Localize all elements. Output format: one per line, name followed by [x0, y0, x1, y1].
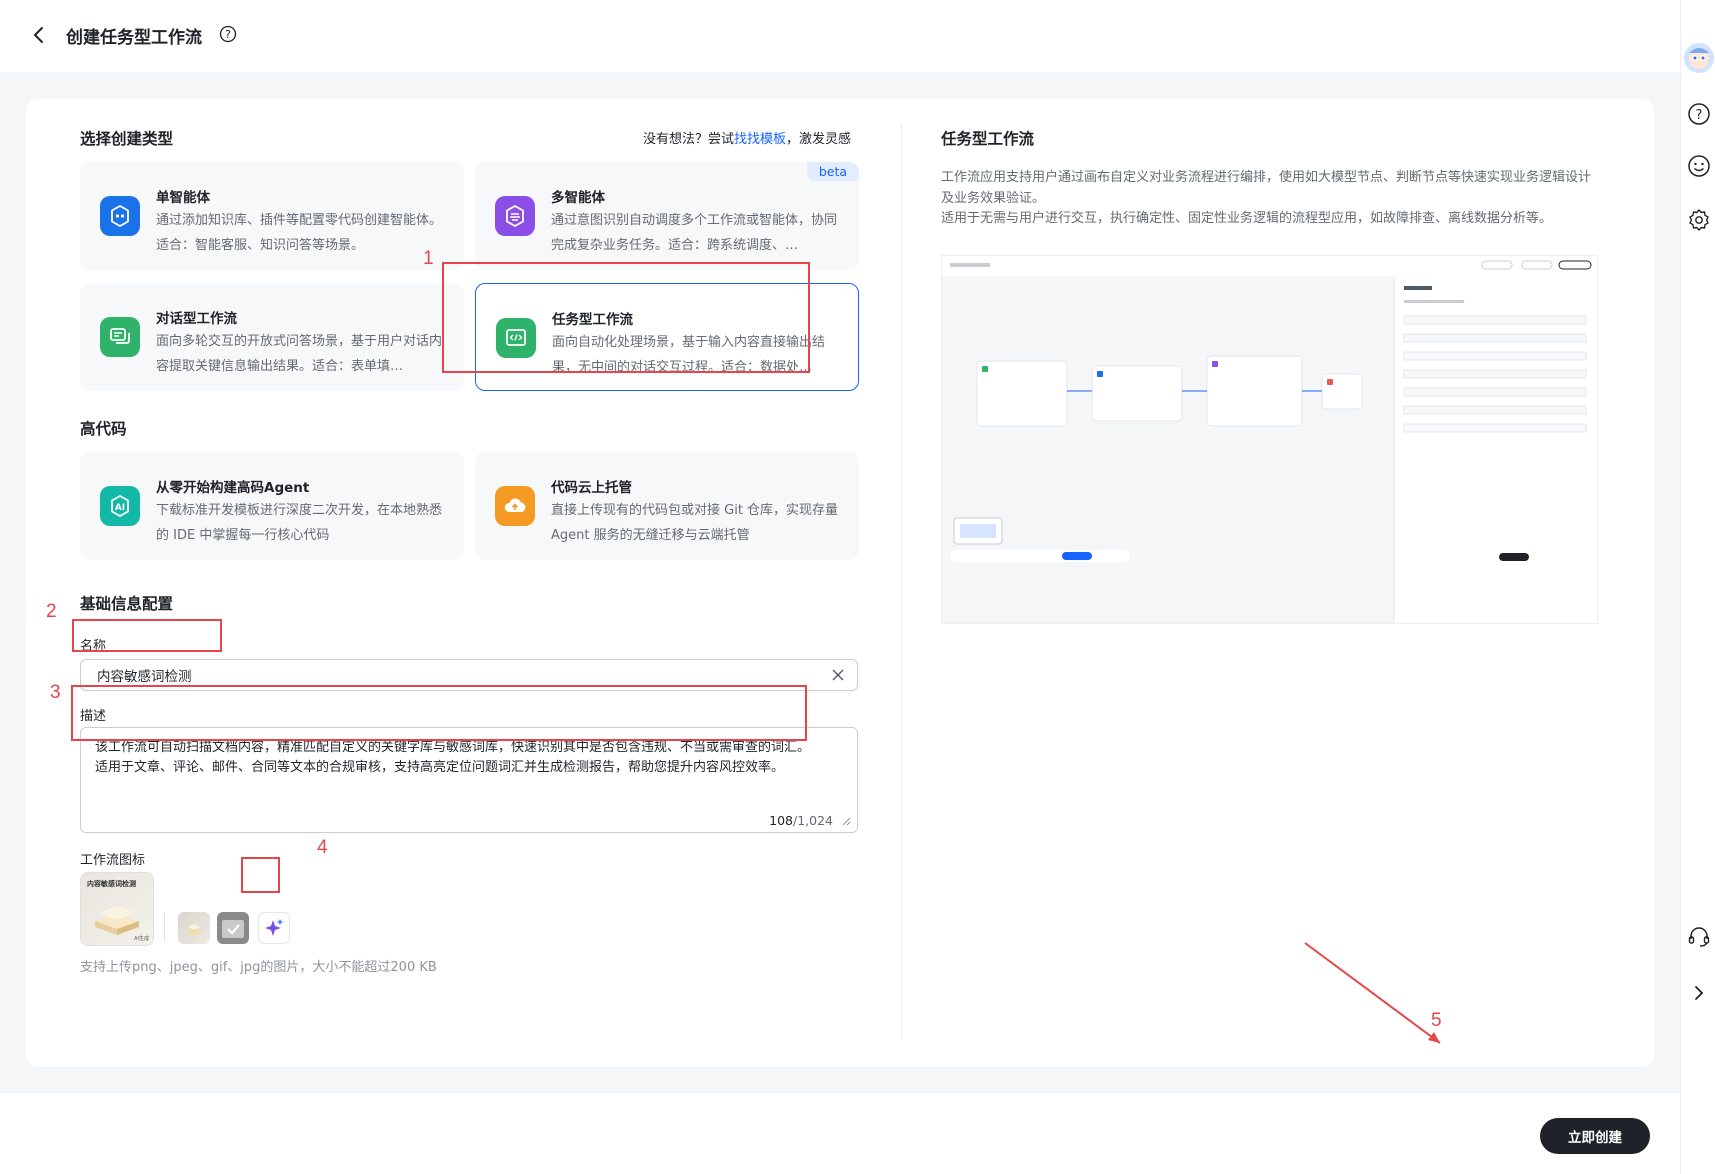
beta-badge: beta	[806, 162, 859, 181]
chevron-right-icon[interactable]	[1686, 980, 1712, 1006]
name-label: 名称	[80, 639, 107, 654]
gear-icon[interactable]	[1686, 207, 1712, 233]
top-bar: 创建任务型工作流 ?	[0, 0, 1680, 72]
right-rail: ?	[1680, 0, 1715, 1174]
type-card-cloud-hosting[interactable]: 代码云上托管 直接上传现有的代码包或对接 Git 仓库，实现存量 Agent 服…	[475, 452, 859, 560]
annotation-number-2: 2	[46, 601, 57, 622]
icon-option-2[interactable]	[217, 912, 249, 944]
footer-bar	[0, 1093, 1680, 1174]
description-line: 该工作流可自动扫描文档内容，精准匹配自定义的关键字库与敏感词库，快速识别其中是否…	[95, 740, 811, 755]
name-input[interactable]	[95, 666, 799, 684]
sparkle-icon	[265, 919, 283, 936]
annotation-number-4: 4	[317, 837, 328, 858]
type-card-desc: 直接上传现有的代码包或对接 Git 仓库，实现存量 Agent 服务的无缝迁移与…	[551, 503, 839, 543]
workflow-type-title: 任务型工作流	[941, 130, 1035, 148]
create-now-button[interactable]: 立即创建	[1540, 1118, 1650, 1154]
type-card-scratch-agent[interactable]: AI 从零开始构建高码Agent 下载标准开发模板进行深度二次开发，在本地熟悉的…	[80, 452, 464, 560]
icon-preview-tag: AI生成	[134, 936, 149, 942]
icon-separator	[164, 912, 165, 942]
resize-handle-icon[interactable]	[841, 816, 851, 826]
workflow-desc-2: 适用于无需与用户进行交互，执行确定性、固定性业务逻辑的流程型应用，如故障排查、离…	[941, 211, 1553, 226]
char-count: 108	[769, 813, 793, 828]
hint-suffix: ，激发灵感	[786, 132, 852, 147]
workflow-desc-1: 工作流应用支持用户通过画布自定义对业务流程进行编排，使用如大模型节点、判断节点等…	[941, 170, 1592, 206]
find-template-link[interactable]: 找找模板	[734, 132, 786, 147]
workflow-icon-preview[interactable]: 内容敏感词检测 AI生成	[80, 872, 154, 946]
document-icon	[186, 924, 202, 936]
annotation-number-3: 3	[50, 682, 61, 703]
code-workflow-icon	[496, 318, 536, 358]
back-arrow-icon[interactable]	[26, 22, 52, 48]
type-card-task-workflow[interactable]: 任务型工作流 面向自动化处理场景，基于输入内容直接输出结果，无中间的对话交互过程…	[475, 283, 859, 391]
type-card-multi-agent[interactable]: beta 多智能体 通过意图识别自动调度多个工作流或智能体，协同完成复杂业务任务…	[475, 162, 859, 270]
ai-agent-icon: AI	[100, 486, 140, 526]
template-hint: 没有想法？尝试找找模板，激发灵感	[643, 128, 851, 147]
multi-agent-icon	[495, 196, 535, 236]
type-card-title: 从零开始构建高码Agent	[156, 480, 310, 496]
type-card-title: 代码云上托管	[551, 480, 632, 496]
section-title-code: 高代码	[80, 420, 127, 438]
page-title: 创建任务型工作流	[66, 28, 202, 48]
type-card-title: 对话型工作流	[156, 311, 237, 327]
annotation-arrow-icon	[1304, 942, 1441, 1044]
help-icon[interactable]: ?	[1686, 101, 1712, 127]
headset-support-icon[interactable]	[1686, 924, 1712, 950]
type-card-title: 多智能体	[551, 190, 605, 206]
description-line: 适用于文章、评论、邮件、合同等文本的合规审核，支持高亮定位问题词汇并生成检测报告…	[95, 760, 785, 775]
description-textarea[interactable]: 该工作流可自动扫描文档内容，精准匹配自定义的关键字库与敏感词库，快速识别其中是否…	[80, 727, 858, 833]
chat-workflow-icon	[100, 317, 140, 357]
type-card-desc: 下载标准开发模板进行深度二次开发，在本地熟悉的 IDE 中掌握每一行核心代码	[156, 503, 443, 543]
svg-text:?: ?	[225, 28, 231, 41]
divider	[901, 124, 902, 1040]
section-title-type: 选择创建类型	[80, 130, 174, 148]
type-card-single-agent[interactable]: 单智能体 通过添加知识库、插件等配置零代码创建智能体。适合：智能客服、知识问答等…	[80, 162, 464, 270]
name-field[interactable]	[80, 659, 858, 691]
type-card-chat-workflow[interactable]: 对话型工作流 面向多轮交互的开放式问答场景，基于用户对话内容提取关键信息输出结果…	[80, 283, 464, 391]
icon-option-1[interactable]	[178, 912, 210, 944]
user-avatar[interactable]	[1684, 43, 1714, 73]
clear-icon[interactable]	[831, 668, 845, 682]
upload-hint: 支持上传png、jpeg、gif、jpg的图片，大小不能超过200 KB	[80, 960, 437, 975]
desc-label: 描述	[80, 709, 107, 724]
ai-generate-icon-button[interactable]	[258, 912, 290, 944]
hint-prefix: 没有想法？尝试	[643, 132, 735, 147]
workflow-type-description: 工作流应用支持用户通过画布自定义对业务流程进行编排，使用如大模型节点、判断节点等…	[941, 168, 1601, 230]
type-card-desc: 通过意图识别自动调度多个工作流或智能体，协同完成复杂业务任务。适合：跨系统调度、…	[551, 213, 838, 253]
workflow-preview-image	[941, 255, 1598, 624]
char-counter: 108/1,024	[769, 813, 833, 828]
type-card-title: 单智能体	[156, 190, 210, 206]
type-card-title: 任务型工作流	[552, 312, 633, 328]
feedback-smile-icon[interactable]	[1686, 153, 1712, 179]
type-card-desc: 面向自动化处理场景，基于输入内容直接输出结果，无中间的对话交互过程。适合：数据处…	[552, 335, 826, 375]
section-title-basic: 基础信息配置	[80, 595, 174, 613]
char-max: /1,024	[793, 813, 833, 828]
help-icon[interactable]: ?	[219, 25, 237, 43]
cloud-upload-icon	[495, 486, 535, 526]
type-card-desc: 通过添加知识库、插件等配置零代码创建智能体。适合：智能客服、知识问答等场景。	[156, 213, 443, 253]
type-card-desc: 面向多轮交互的开放式问答场景，基于用户对话内容提取关键信息输出结果。适合：表单填…	[156, 334, 443, 374]
svg-text:?: ?	[1696, 108, 1703, 123]
workflow-canvas-preview	[942, 256, 1597, 623]
icon-label: 工作流图标	[80, 853, 146, 868]
check-icon	[222, 920, 244, 938]
svg-text:AI: AI	[115, 503, 125, 513]
description-text: 该工作流可自动扫描文档内容，精准匹配自定义的关键字库与敏感词库，快速识别其中是否…	[95, 738, 845, 778]
single-agent-icon	[100, 196, 140, 236]
annotation-number-1: 1	[423, 248, 434, 269]
avatar-icon	[1689, 48, 1709, 69]
